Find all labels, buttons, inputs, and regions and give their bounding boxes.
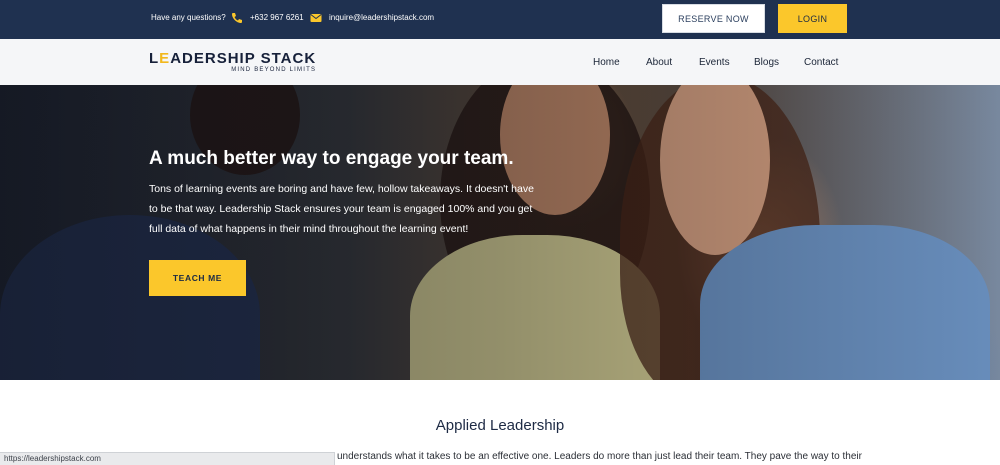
main-nav: LEADERSHIP STACK MIND BEYOND LIMITS Home… bbox=[0, 39, 1000, 85]
hero-title: A much better way to engage your team. bbox=[149, 148, 514, 169]
site-logo[interactable]: LEADERSHIP STACK MIND BEYOND LIMITS bbox=[149, 51, 316, 73]
teach-me-button[interactable]: TEACH ME bbox=[149, 260, 246, 296]
logo-wordmark: LEADERSHIP STACK bbox=[149, 50, 317, 67]
phone-icon bbox=[230, 11, 244, 25]
mail-icon bbox=[309, 11, 323, 25]
reserve-now-button[interactable]: RESERVE NOW bbox=[662, 4, 765, 33]
nav-item-contact[interactable]: Contact bbox=[804, 57, 838, 68]
top-bar: Have any questions? +632 967 6261 inquir… bbox=[0, 0, 1000, 39]
browser-status-bar: https://leadershipstack.com bbox=[0, 452, 335, 465]
logo-tagline: MIND BEYOND LIMITS bbox=[231, 67, 317, 73]
section-body: understands what it takes to be an effec… bbox=[337, 451, 862, 462]
login-button[interactable]: LOGIN bbox=[778, 4, 847, 33]
nav-item-events[interactable]: Events bbox=[699, 57, 730, 68]
nav-item-blogs[interactable]: Blogs bbox=[754, 57, 779, 68]
section-title: Applied Leadership bbox=[435, 417, 565, 434]
phone-link[interactable]: +632 967 6261 bbox=[250, 13, 304, 22]
nav-item-about[interactable]: About bbox=[646, 57, 672, 68]
questions-label: Have any questions? bbox=[151, 13, 226, 22]
hero-banner: A much better way to engage your team. T… bbox=[0, 85, 1000, 380]
email-link[interactable]: inquire@leadershipstack.com bbox=[329, 13, 434, 22]
nav-item-home[interactable]: Home bbox=[593, 57, 620, 68]
hero-description: Tons of learning events are boring and h… bbox=[149, 183, 534, 235]
